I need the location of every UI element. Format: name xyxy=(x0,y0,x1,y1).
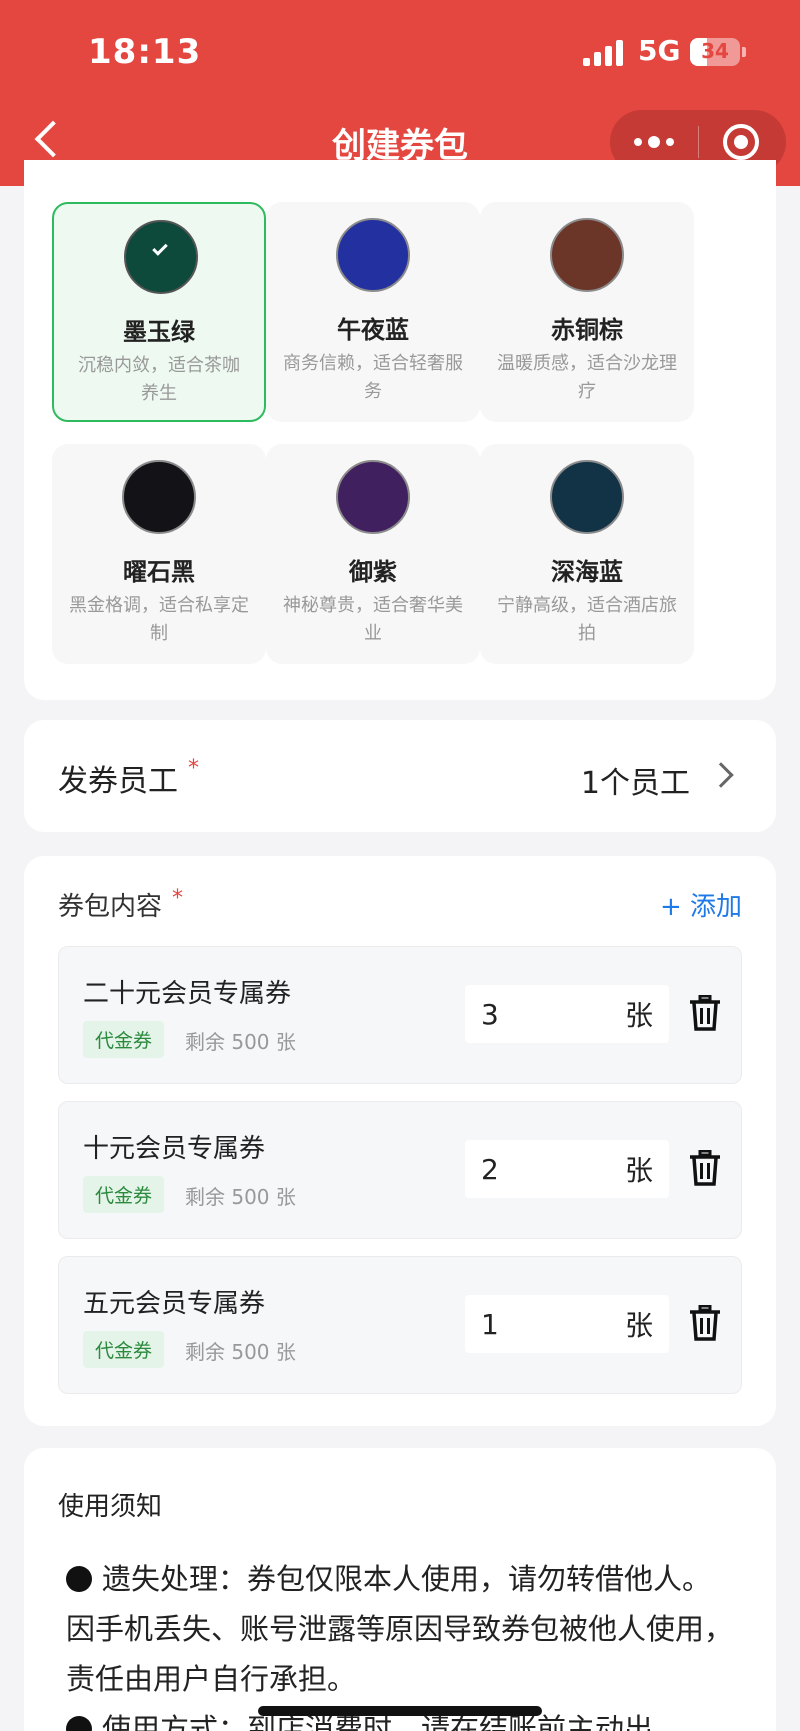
coupon-type-badge: 代金券 xyxy=(83,1176,165,1213)
theme-swatch xyxy=(550,460,624,534)
theme-desc: 温暖质感，适合沙龙理疗 xyxy=(497,353,677,402)
add-coupon-button[interactable]: + 添加 xyxy=(660,886,742,923)
theme-option[interactable]: 深海蓝宁静高级，适合酒店旅拍 xyxy=(480,444,694,664)
home-indicator xyxy=(258,1706,542,1716)
theme-desc: 商务信赖，适合轻奢服务 xyxy=(283,353,463,402)
bullet-icon xyxy=(66,1566,92,1592)
trash-icon[interactable] xyxy=(689,1305,721,1341)
quantity-unit: 张 xyxy=(624,1154,653,1187)
theme-swatch xyxy=(122,460,196,534)
theme-desc: 宁静高级，适合酒店旅拍 xyxy=(497,595,677,644)
coupon-stock: 剩余 500 张 xyxy=(185,1340,296,1364)
staff-row[interactable]: 发券员工 * 1个员工 xyxy=(24,720,776,832)
theme-option[interactable]: 御紫神秘尊贵，适合奢华美业 xyxy=(266,444,480,664)
coupon-item: 十元会员专属券代金券剩余 500 张 张 xyxy=(58,1101,742,1239)
coupon-name: 二十元会员专属券 xyxy=(83,979,292,1009)
battery-tip xyxy=(742,47,746,57)
coupon-stock: 剩余 500 张 xyxy=(185,1185,296,1209)
theme-name: 御紫 xyxy=(349,558,397,586)
theme-option[interactable]: 午夜蓝商务信赖，适合轻奢服务 xyxy=(266,202,480,422)
coupon-name: 五元会员专属券 xyxy=(83,1289,266,1319)
more-dot-icon xyxy=(648,136,660,148)
quantity-field: 张 xyxy=(465,985,669,1043)
staff-count: 1个员工 xyxy=(580,766,690,801)
coupon-item: 五元会员专属券代金券剩余 500 张 张 xyxy=(58,1256,742,1394)
coupon-name: 十元会员专属券 xyxy=(83,1134,266,1164)
more-dot-icon xyxy=(666,138,674,146)
check-icon xyxy=(152,240,168,256)
quantity-input[interactable] xyxy=(481,1307,601,1341)
theme-option[interactable]: 赤铜棕温暖质感，适合沙龙理疗 xyxy=(480,202,694,422)
notice-title: 使用须知 xyxy=(58,1492,163,1522)
close-mini-program-icon[interactable] xyxy=(723,124,759,160)
quantity-input[interactable] xyxy=(481,1152,601,1186)
signal-icon xyxy=(583,40,625,66)
coupon-item: 二十元会员专属券代金券剩余 500 张 张 xyxy=(58,946,742,1084)
quantity-unit: 张 xyxy=(624,1309,653,1342)
theme-name: 赤铜棕 xyxy=(551,316,623,344)
battery-icon: 34 xyxy=(690,38,740,66)
notice-body: 遗失处理：券包仅限本人使用，请勿转借他人。因手机丢失、账号泄露等原因导致券包被他… xyxy=(66,1554,736,1731)
coupon-type-badge: 代金券 xyxy=(83,1021,165,1058)
theme-name: 墨玉绿 xyxy=(123,318,195,346)
required-mark: * xyxy=(172,886,184,911)
theme-option[interactable]: 曜石黑黑金格调，适合私享定制 xyxy=(52,444,266,664)
theme-name: 深海蓝 xyxy=(551,558,623,586)
status-time: 18:13 xyxy=(88,32,202,72)
theme-desc: 神秘尊贵，适合奢华美业 xyxy=(283,595,463,644)
network-type: 5G xyxy=(638,34,681,67)
content-label: 券包内容 * xyxy=(58,886,184,922)
quantity-field: 张 xyxy=(465,1140,669,1198)
theme-option[interactable]: 墨玉绿沉稳内敛，适合茶咖养生 xyxy=(52,202,266,422)
required-mark: * xyxy=(188,756,199,781)
chevron-right-icon xyxy=(708,762,734,788)
more-dot-icon xyxy=(634,138,642,146)
battery-level: 34 xyxy=(701,39,729,63)
quantity-unit: 张 xyxy=(624,999,653,1032)
bullet-icon xyxy=(66,1716,92,1731)
coupon-stock: 剩余 500 张 xyxy=(185,1030,296,1054)
theme-swatch xyxy=(124,220,198,294)
theme-swatch xyxy=(336,218,410,292)
coupon-content-section: 券包内容* + 添加 二十元会员专属券代金券剩余 500 张张十元会员专属券代金… xyxy=(24,856,776,1426)
capsule-divider xyxy=(698,126,699,158)
coupon-type-badge: 代金券 xyxy=(83,1331,165,1368)
theme-name: 曜石黑 xyxy=(123,558,195,586)
theme-swatch xyxy=(550,218,624,292)
quantity-field: 张 xyxy=(465,1295,669,1353)
trash-icon[interactable] xyxy=(689,1150,721,1186)
theme-desc: 沉稳内敛，适合茶咖养生 xyxy=(78,355,240,404)
staff-label: 发券员工 * xyxy=(58,756,199,799)
usage-notice: 使用须知 遗失处理：券包仅限本人使用，请勿转借他人。因手机丢失、账号泄露等原因导… xyxy=(24,1448,776,1731)
notice-item: 遗失处理：券包仅限本人使用，请勿转借他人。因手机丢失、账号泄露等原因导致券包被他… xyxy=(66,1562,734,1696)
theme-picker: 墨玉绿 沉稳内敛，适合茶咖养生 午夜蓝 商务信赖，适合轻奢服务 赤铜棕 温暖质感，适合沙龙… xyxy=(24,160,776,700)
theme-swatch xyxy=(336,460,410,534)
theme-desc: 黑金格调，适合私享定制 xyxy=(69,595,249,644)
theme-name: 午夜蓝 xyxy=(337,316,409,344)
quantity-input[interactable] xyxy=(481,997,601,1031)
trash-icon[interactable] xyxy=(689,995,721,1031)
header: 18:13 5G 34 创建券包 xyxy=(0,0,800,186)
